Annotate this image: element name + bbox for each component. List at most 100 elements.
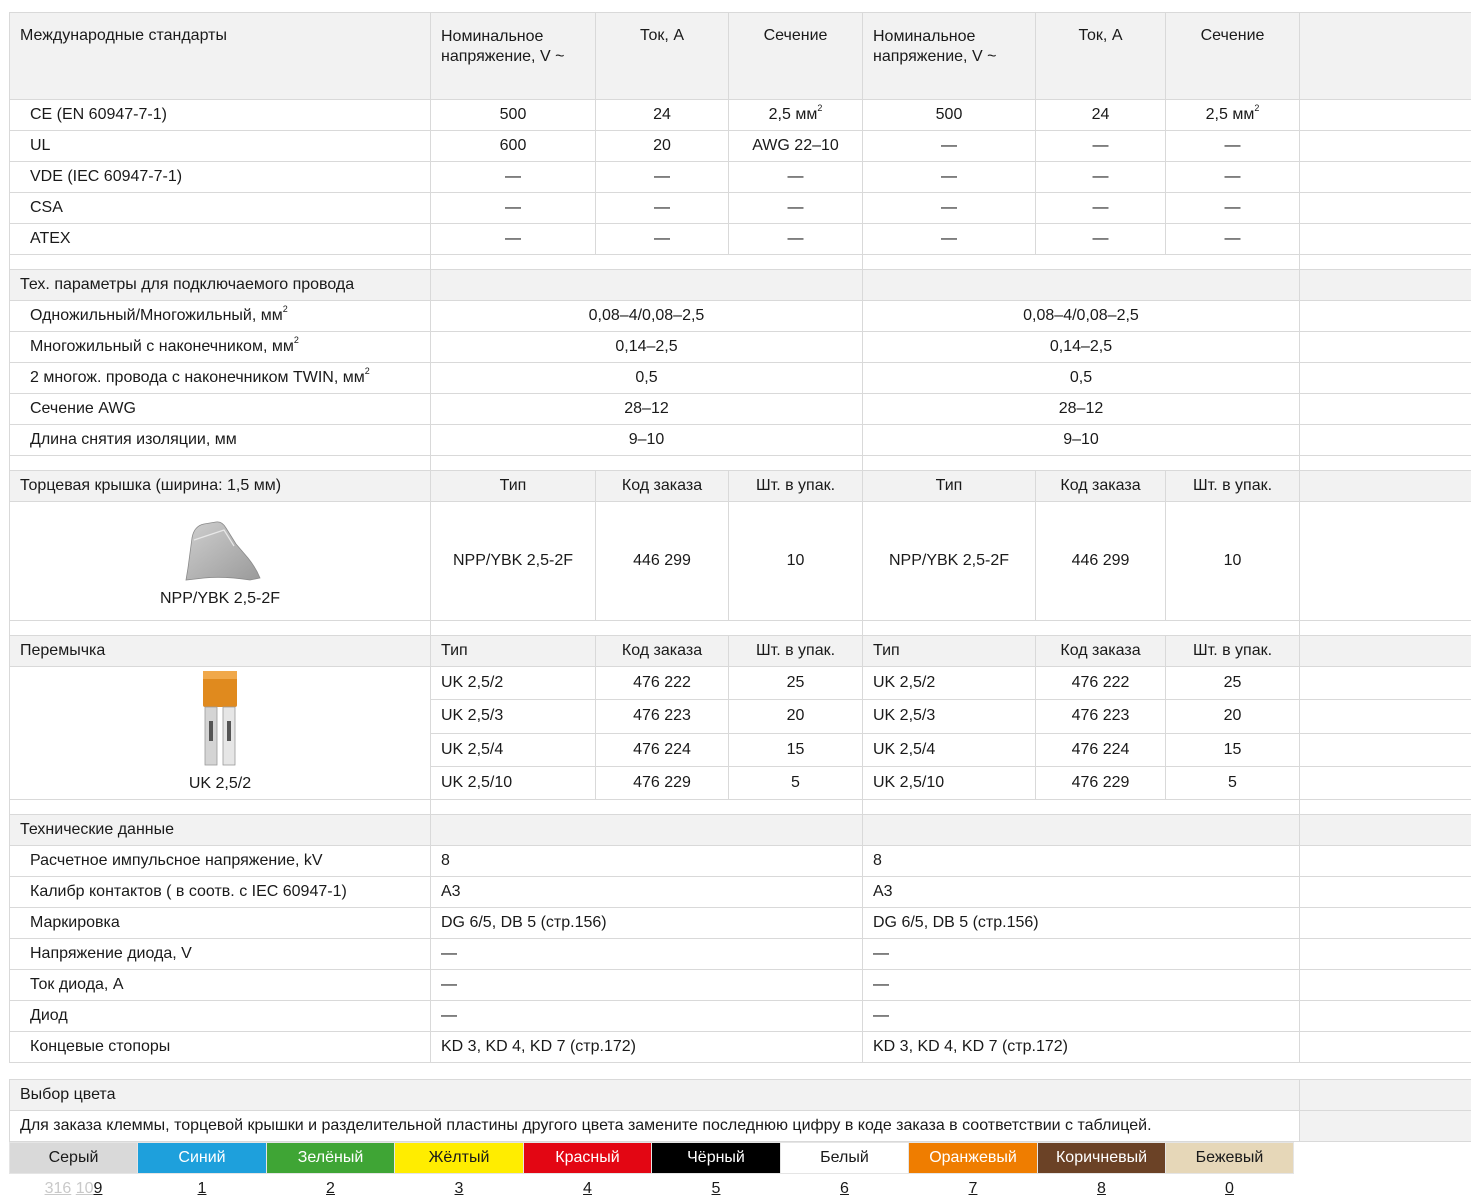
cell: —: [596, 193, 729, 224]
spec-sheet: Международные стандарты Номинальное напр…: [9, 12, 1471, 1204]
spacer: [431, 800, 863, 815]
color-code[interactable]: 2: [267, 1174, 395, 1204]
color-code[interactable]: 6: [781, 1174, 909, 1204]
color-code-link[interactable]: 1: [198, 1180, 207, 1197]
cell: UK 2,5/10: [431, 766, 596, 799]
cell: [1300, 939, 1471, 970]
color-code[interactable]: 5: [652, 1174, 781, 1204]
color-code[interactable]: 0: [1166, 1174, 1294, 1204]
color-swatch: Чёрный: [652, 1143, 781, 1174]
param-name: Одножильный/Многожильный, мм2: [10, 301, 431, 332]
cell: DG 6/5, DB 5 (стр.156): [863, 908, 1300, 939]
cell: —: [596, 162, 729, 193]
spacer: [863, 255, 1300, 270]
cell: UK 2,5/10: [863, 766, 1036, 799]
col-code-2: Код заказа: [1036, 636, 1166, 667]
table-row: VDE (IEC 60947-7-1) — — — — — —: [10, 162, 1471, 193]
cell: —: [1036, 224, 1166, 255]
cell: 25: [1166, 667, 1300, 700]
col-voltage-1: Номинальное напряжение, V ~: [431, 13, 596, 100]
table-row: Концевые стопоры KD 3, KD 4, KD 7 (стр.1…: [10, 1032, 1471, 1063]
cell: 0,08–4/0,08–2,5: [863, 301, 1300, 332]
wire-title: Тех. параметры для подключаемого провода: [10, 270, 431, 301]
color-code-link[interactable]: 8: [1097, 1180, 1106, 1197]
spacer-row: [10, 800, 1471, 815]
spacer: [1300, 800, 1471, 815]
spacer: [431, 255, 863, 270]
col-type-2: Тип: [863, 471, 1036, 502]
cell: 24: [1036, 100, 1166, 131]
param-text: Одножильный/Многожильный, мм: [30, 307, 283, 324]
endcap-caption: NPP/YBK 2,5-2F: [20, 590, 420, 608]
superscript: 2: [365, 366, 370, 376]
cell: —: [729, 162, 863, 193]
cell: [1300, 636, 1471, 667]
col-code-1: Код заказа: [596, 471, 729, 502]
cell: —: [1166, 162, 1300, 193]
table-row: Ток диода, А — —: [10, 970, 1471, 1001]
cell: —: [1036, 162, 1166, 193]
standard-name: CSA: [10, 193, 431, 224]
color-code-link[interactable]: 2: [326, 1180, 335, 1197]
param-name: Диод: [10, 1001, 431, 1032]
color-code-link[interactable]: 5: [712, 1180, 721, 1197]
param-name: Концевые стопоры: [10, 1032, 431, 1063]
cell: [1300, 908, 1471, 939]
cell: UK 2,5/3: [863, 700, 1036, 733]
table-row: CE (EN 60947-7-1) 500 24 2,5 мм2 500 24 …: [10, 100, 1471, 131]
color-code[interactable]: 3: [395, 1174, 524, 1204]
tech-header: Технические данные: [10, 815, 1471, 846]
cell: —: [863, 1001, 1300, 1032]
color-code[interactable]: 4: [524, 1174, 652, 1204]
cell: 0,08–4/0,08–2,5: [431, 301, 863, 332]
color-code[interactable]: 316 109: [10, 1174, 138, 1204]
col-type-1: Тип: [431, 636, 596, 667]
cell: KD 3, KD 4, KD 7 (стр.172): [431, 1032, 863, 1063]
color-note-row: Для заказа клеммы, торцевой крышки и раз…: [10, 1111, 1471, 1142]
cell: [1300, 1080, 1471, 1111]
cell: —: [1166, 224, 1300, 255]
cell: —: [863, 193, 1036, 224]
color-swatch: Красный: [524, 1143, 652, 1174]
cell: —: [1166, 131, 1300, 162]
standards-title: Международные стандарты: [10, 13, 431, 100]
cell: 2,5 мм2: [729, 100, 863, 131]
color-code-link[interactable]: 6: [840, 1180, 849, 1197]
color-code-link[interactable]: 7: [969, 1180, 978, 1197]
cell: —: [431, 224, 596, 255]
cell: —: [729, 193, 863, 224]
spacer: [863, 621, 1300, 636]
cell: [1300, 162, 1471, 193]
cell: 25: [729, 667, 863, 700]
bridge-image: [195, 669, 245, 769]
color-code-link[interactable]: 3: [455, 1180, 464, 1197]
cell: 476 222: [1036, 667, 1166, 700]
cell: —: [431, 939, 863, 970]
cell: UK 2,5/4: [431, 733, 596, 766]
color-code-link[interactable]: 0: [1225, 1180, 1234, 1197]
color-code[interactable]: 8: [1038, 1174, 1166, 1204]
cell: [1300, 471, 1471, 502]
cell: [1300, 970, 1471, 1001]
spacer: [10, 621, 431, 636]
col-section-1: Сечение: [729, 13, 863, 100]
table-row: Маркировка DG 6/5, DB 5 (стр.156) DG 6/5…: [10, 908, 1471, 939]
color-code-link[interactable]: 9: [94, 1180, 103, 1197]
cell: [431, 815, 863, 846]
cell: 476 222: [596, 667, 729, 700]
cell: DG 6/5, DB 5 (стр.156): [431, 908, 863, 939]
code-row: 316 109 1 2 3 4 5 6 7 8 0: [10, 1174, 1294, 1204]
bridge-image-cell: UK 2,5/2: [10, 667, 431, 800]
col-code-2: Код заказа: [1036, 471, 1166, 502]
param-name: Калибр контактов ( в соотв. с IEC 60947-…: [10, 877, 431, 908]
color-swatch: Синий: [138, 1143, 267, 1174]
spacer: [10, 255, 431, 270]
standard-name: VDE (IEC 60947-7-1): [10, 162, 431, 193]
cell: NPP/YBK 2,5-2F: [431, 502, 596, 621]
cell: UK 2,5/2: [431, 667, 596, 700]
table-row: Калибр контактов ( в соотв. с IEC 60947-…: [10, 877, 1471, 908]
table-row: 2 многож. провода с наконечником TWIN, м…: [10, 363, 1471, 394]
color-code-link[interactable]: 4: [583, 1180, 592, 1197]
color-code[interactable]: 7: [909, 1174, 1038, 1204]
color-code[interactable]: 1: [138, 1174, 267, 1204]
